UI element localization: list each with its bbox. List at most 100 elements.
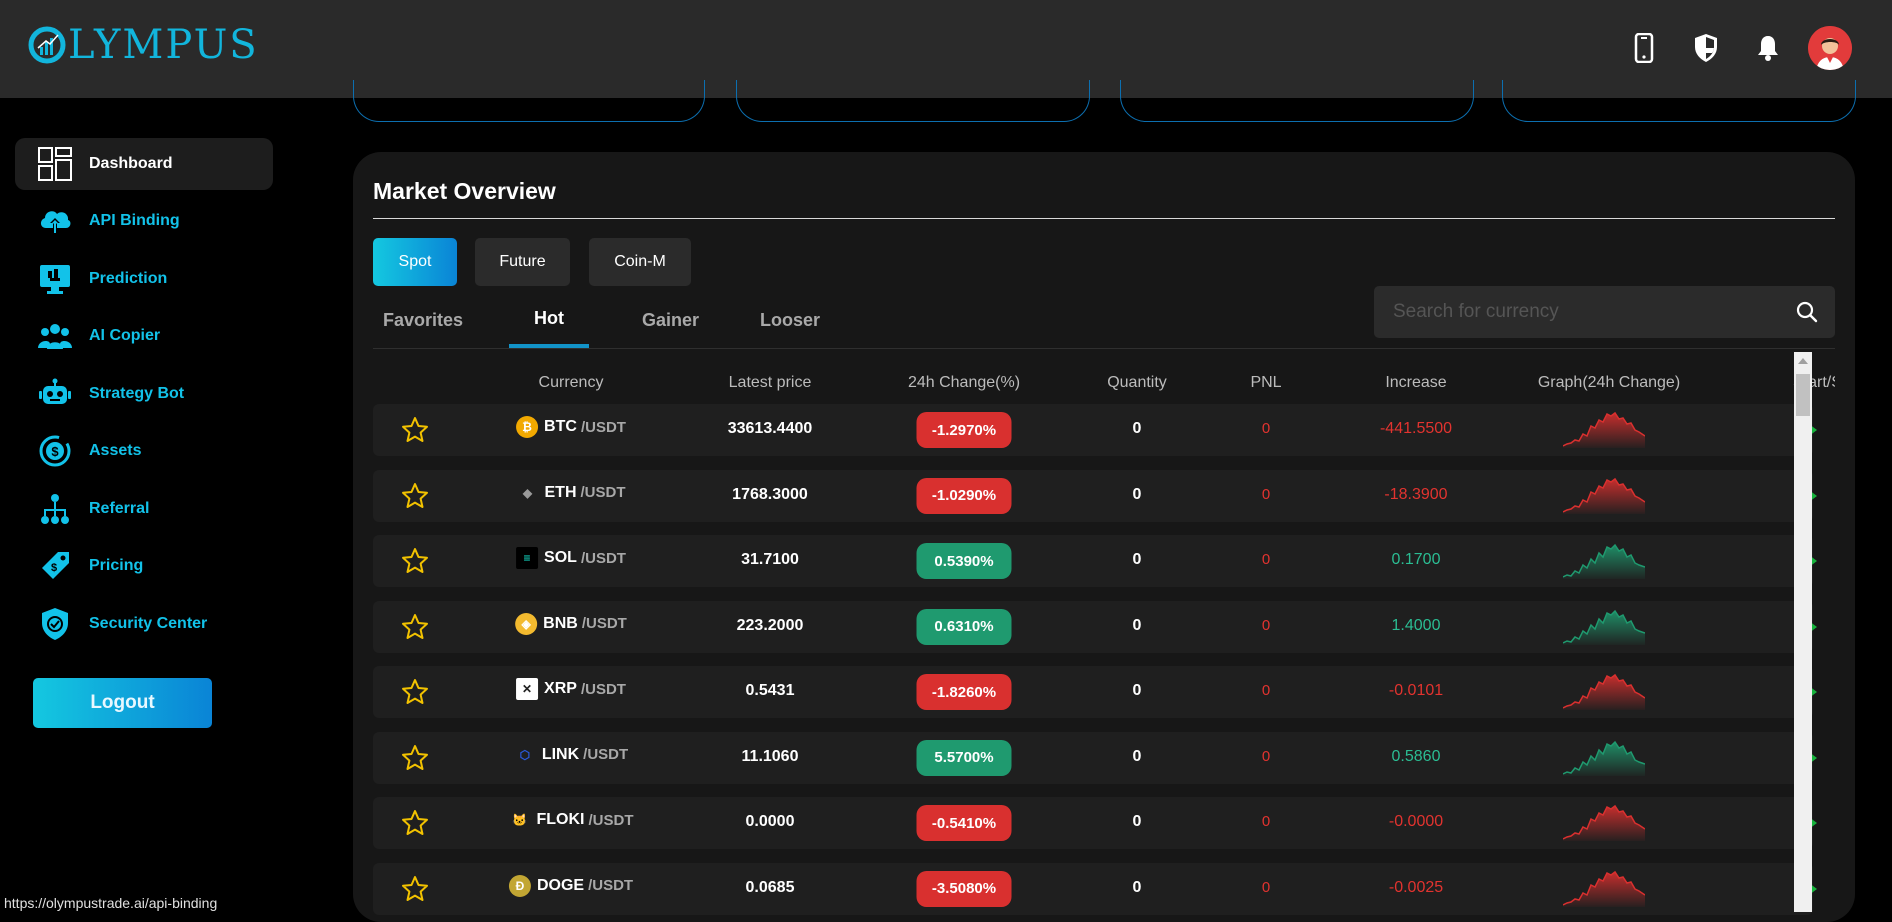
currency-pair: ⬡ LINK /USDT: [514, 744, 629, 766]
latest-price: 0.0685: [745, 878, 795, 896]
currency-pair: ◈ BNB /USDT: [515, 612, 627, 635]
search-input[interactable]: [1393, 301, 1783, 323]
scroll-up-arrow-icon[interactable]: [1794, 352, 1812, 370]
status-bar-url: https://olympustrade.ai/api-binding: [0, 893, 222, 912]
column-header-latest-price[interactable]: Latest price: [729, 374, 812, 392]
currency-symbol: XRP: [544, 680, 577, 697]
divider: [373, 348, 1835, 349]
quantity-value: 0: [1132, 485, 1142, 503]
segment-spot-button[interactable]: Spot: [373, 238, 457, 286]
sidebar-item-pricing[interactable]: $ Pricing: [15, 540, 273, 592]
segment-coin-m-button[interactable]: Coin-M: [589, 238, 691, 286]
table-row[interactable]: ₿ BTC /USDT 33613.4400 -1.2970% 0 0 -441…: [373, 404, 1817, 456]
sidebar-item-label: Security Center: [89, 615, 208, 632]
market-overview-panel: Market Overview Spot Future Coin-M Favor…: [353, 152, 1855, 922]
tab-looser[interactable]: Looser: [760, 310, 820, 350]
scrollbar-thumb[interactable]: [1796, 374, 1810, 416]
increase-value: -0.0101: [1388, 682, 1444, 699]
favorite-star-icon[interactable]: [401, 482, 429, 510]
favorite-star-icon[interactable]: [401, 875, 429, 903]
table-row[interactable]: ◆ ETH /USDT 1768.3000 -1.0290% 0 0 -18.3…: [373, 469, 1817, 522]
table-row[interactable]: 🐱 FLOKI /USDT 0.0000 -0.5410% 0 0 -0.000…: [373, 797, 1817, 849]
link-coin-icon: ⬡: [519, 747, 531, 762]
price-tag-icon: $: [35, 546, 75, 586]
sidebar-item-strategy-bot[interactable]: Strategy Bot: [15, 368, 273, 420]
table-row[interactable]: ≡ SOL /USDT 31.7100 0.5390% 0 0 0.1700: [373, 535, 1817, 587]
change-badge: -3.5080%: [916, 870, 1012, 907]
summary-card: [736, 80, 1090, 122]
latest-price: 31.7100: [741, 551, 799, 568]
sparkline-chart: [1563, 673, 1645, 710]
sidebar-item-api-binding[interactable]: API Binding: [15, 195, 273, 247]
currency-pair: ✕ XRP /USDT: [516, 678, 626, 700]
change-badge: -1.8260%: [916, 674, 1012, 710]
bell-icon[interactable]: [1744, 24, 1792, 72]
sidebar-item-referral[interactable]: Referral: [15, 483, 273, 535]
column-header-24h-change[interactable]: 24h Change(%): [908, 374, 1020, 392]
avatar[interactable]: [1808, 26, 1852, 70]
column-header-quantity[interactable]: Quantity: [1107, 374, 1167, 392]
increase-value: -0.0025: [1388, 878, 1444, 896]
increase-value: -18.3900: [1384, 485, 1448, 503]
currency-pair: ≡ SOL /USDT: [516, 547, 626, 569]
table-row[interactable]: ✕ XRP /USDT 0.5431 -1.8260% 0 0 -0.0101: [373, 666, 1817, 718]
table-row[interactable]: Ð DOGE /USDT 0.0685 -3.5080% 0 0 -0.0025: [373, 862, 1817, 915]
pnl-value: 0: [1261, 878, 1271, 896]
search-icon[interactable]: [1795, 300, 1819, 324]
logout-button[interactable]: Logout: [33, 678, 212, 728]
favorite-star-icon[interactable]: [401, 744, 429, 772]
favorite-star-icon[interactable]: [401, 416, 429, 444]
change-badge: 5.5700%: [916, 739, 1012, 776]
favorite-star-icon[interactable]: [401, 547, 429, 575]
tab-hot[interactable]: Hot: [534, 308, 564, 348]
sidebar-item-label: Assets: [89, 442, 142, 459]
change-badge: -0.5410%: [916, 805, 1012, 841]
segment-future-button[interactable]: Future: [475, 238, 570, 286]
shield-icon[interactable]: [1682, 24, 1730, 72]
phone-icon[interactable]: [1620, 24, 1668, 72]
table-row[interactable]: ◈ BNB /USDT 223.2000 0.6310% 0 0 1.4000: [373, 600, 1817, 653]
sidebar-item-label: AI Copier: [89, 327, 161, 344]
sidebar-item-dashboard[interactable]: Dashboard: [15, 138, 273, 190]
sidebar-item-security-center[interactable]: Security Center: [15, 598, 273, 650]
favorite-star-icon[interactable]: [401, 678, 429, 706]
quantity-value: 0: [1132, 616, 1142, 634]
pnl-value: 0: [1261, 485, 1271, 503]
quote-currency: /USDT: [580, 418, 626, 436]
column-header-increase[interactable]: Increase: [1385, 374, 1446, 392]
tab-gainer[interactable]: Gainer: [642, 310, 699, 350]
favorite-star-icon[interactable]: [401, 809, 429, 837]
table-row[interactable]: ⬡ LINK /USDT 11.1060 5.5700% 0 0 0.5860: [373, 731, 1817, 784]
change-badge: -1.0290%: [916, 477, 1012, 514]
sparkline-chart: [1563, 804, 1645, 841]
sparkline-chart: [1563, 740, 1645, 776]
column-header-currency[interactable]: Currency: [539, 374, 604, 392]
dashboard-icon: [35, 144, 75, 184]
btc-coin-icon: ₿: [516, 416, 539, 438]
sidebar-item-ai-copier[interactable]: AI Copier: [15, 310, 273, 362]
page-title: Market Overview: [373, 178, 556, 204]
pnl-value: 0: [1261, 616, 1271, 634]
sidebar-item-prediction[interactable]: Prediction: [15, 253, 273, 305]
olympus-logo[interactable]: LYMPUS: [28, 22, 259, 68]
latest-price: 223.2000: [736, 616, 804, 634]
increase-value: 0.1700: [1391, 551, 1441, 568]
table-scrollbar[interactable]: [1794, 352, 1812, 912]
sparkline-chart: [1563, 609, 1645, 645]
currency-symbol: BNB: [543, 614, 578, 632]
increase-value: -0.0000: [1388, 813, 1444, 830]
sidebar-item-label: Prediction: [89, 270, 168, 287]
pnl-value: 0: [1261, 420, 1271, 437]
currency-search: [1374, 286, 1835, 338]
doge-coin-icon: Ð: [508, 874, 531, 897]
currency-symbol: SOL: [544, 549, 577, 566]
logo-emblem-icon: [28, 26, 66, 64]
latest-price: 0.0000: [745, 813, 795, 830]
favorite-star-icon[interactable]: [401, 613, 429, 641]
market-table: Currency Latest price 24h Change(%) Quan…: [373, 352, 1835, 922]
column-header-pnl[interactable]: PNL: [1250, 374, 1281, 392]
sidebar-item-assets[interactable]: $ Assets: [15, 425, 273, 477]
change-badge: 0.5390%: [916, 543, 1012, 579]
tab-favorites[interactable]: Favorites: [383, 310, 463, 350]
pnl-value: 0: [1261, 551, 1271, 568]
